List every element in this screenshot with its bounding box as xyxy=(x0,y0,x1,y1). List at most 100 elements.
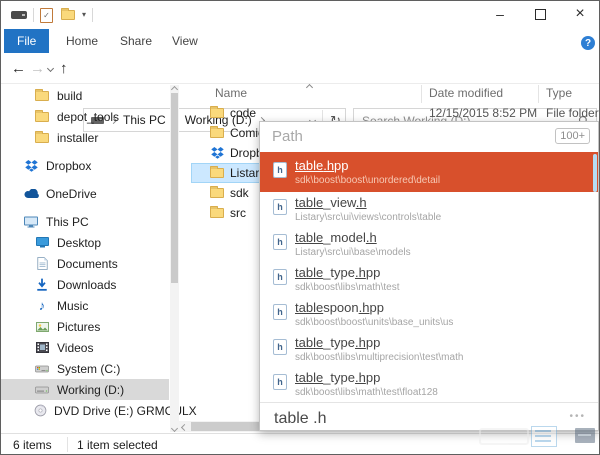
maximize-button[interactable] xyxy=(525,1,555,27)
sidebar-item-music[interactable]: ♪Music xyxy=(1,295,169,316)
file-explorer-window: ✓ ▾ – × FileHomeShareView ? ← → ↑ This P… xyxy=(0,0,600,455)
popup-scroll-thumb[interactable] xyxy=(593,154,597,192)
back-button[interactable]: ← xyxy=(11,53,26,83)
quick-access-toolbar: ✓ ▾ xyxy=(11,1,99,29)
result-title: table_type.hpp xyxy=(295,265,590,281)
search-result-row[interactable]: htable_view.hListary\src\ui\views\contro… xyxy=(260,192,598,227)
column-header-type[interactable]: Type xyxy=(546,86,572,100)
result-title: table_type.hpp xyxy=(295,335,590,351)
column-header-name[interactable]: Name xyxy=(215,86,247,100)
cloud-icon xyxy=(23,189,39,199)
sidebar-item-label: Downloads xyxy=(57,278,116,292)
popup-query-input[interactable] xyxy=(272,406,556,432)
sidebar-item-videos[interactable]: Videos xyxy=(1,337,169,358)
new-folder-icon[interactable] xyxy=(61,10,75,20)
sidebar-item-label: Dropbox xyxy=(46,159,91,173)
more-options-icon[interactable]: ••• xyxy=(569,411,586,422)
search-result-row[interactable]: htable_type.hppsdk\boost\libs\multipreci… xyxy=(260,332,598,367)
listary-search-popup: Path 100+ htable.hppsdk\boost\boost\unor… xyxy=(259,121,599,431)
maximize-icon xyxy=(535,9,546,20)
selection-count-label: 1 item selected xyxy=(77,438,158,452)
column-separator[interactable] xyxy=(421,85,422,103)
tab-file[interactable]: File xyxy=(4,29,49,53)
tab-share[interactable]: Share xyxy=(107,29,165,53)
sidebar-item-label: Working (D:) xyxy=(57,383,124,397)
search-result-row[interactable]: htablespoon.hppsdk\boost\boost\units\bas… xyxy=(260,297,598,332)
search-result-row[interactable]: htable_type.hppsdk\boost\libs\math\test\… xyxy=(260,367,598,402)
sidebar-scroll-thumb[interactable] xyxy=(171,93,178,283)
title-bar: ✓ ▾ – × xyxy=(1,1,599,29)
result-path: sdk\boost\boost\unordered\detail xyxy=(295,174,590,187)
tab-view[interactable]: View xyxy=(159,29,211,53)
sidebar-item-working-d[interactable]: Working (D:) xyxy=(1,379,169,400)
sidebar-item-depot-tools[interactable]: depot_tools xyxy=(1,106,169,127)
file-row-code[interactable]: code12/15/2015 8:52 PMFile folder xyxy=(191,103,600,123)
scroll-down-icon[interactable] xyxy=(171,424,178,432)
sidebar-item-onedrive[interactable]: OneDrive xyxy=(1,183,169,204)
sidebar-item-downloads[interactable]: Downloads xyxy=(1,274,169,295)
search-result-row[interactable]: htable_model.hListary\src\ui\base\models xyxy=(260,227,598,262)
sidebar-item-system-c[interactable]: System (C:) xyxy=(1,358,169,379)
drive-system-icon xyxy=(34,365,50,373)
minimize-button[interactable]: – xyxy=(485,1,515,27)
search-result-row[interactable]: h table_type.hppsdk\boost\libs\math\test xyxy=(260,262,598,297)
help-button[interactable]: ? xyxy=(581,36,595,50)
sidebar-item-installer[interactable]: installer xyxy=(1,127,169,148)
sidebar-item-dvd-drive-e-grmculx[interactable]: DVD Drive (E:) GRMCULX xyxy=(1,400,169,421)
recent-locations-icon[interactable] xyxy=(47,65,54,72)
forward-button[interactable]: → xyxy=(30,53,45,83)
sidebar-scrollbar[interactable] xyxy=(170,85,179,432)
dropbox-icon xyxy=(23,160,39,172)
sidebar-item-label: Desktop xyxy=(57,236,101,250)
close-button[interactable]: × xyxy=(565,1,595,27)
status-divider xyxy=(67,437,68,452)
file-type: File folder xyxy=(546,106,599,120)
scroll-left-icon[interactable] xyxy=(181,423,188,431)
header-file-icon: h xyxy=(273,232,287,250)
results-count-badge: 100+ xyxy=(555,128,590,144)
explorer-app-icon xyxy=(11,11,27,19)
drive-icon xyxy=(34,386,50,394)
sidebar-item-label: This PC xyxy=(46,215,89,229)
column-separator[interactable] xyxy=(538,85,539,103)
folder-icon xyxy=(209,168,225,178)
picture-icon xyxy=(34,322,50,332)
column-header-date-modified[interactable]: Date modified xyxy=(429,86,503,100)
folder-icon xyxy=(209,188,225,198)
popup-header: Path 100+ xyxy=(260,122,598,152)
result-path: sdk\boost\libs\math\test xyxy=(295,281,590,294)
sidebar-item-desktop[interactable]: Desktop xyxy=(1,232,169,253)
result-path: sdk\boost\libs\math\test\float128 xyxy=(295,386,590,399)
results-group-label: Path xyxy=(272,128,303,145)
sidebar-item-this-pc[interactable]: This PC xyxy=(1,211,169,232)
customize-quick-access-icon[interactable]: ▾ xyxy=(82,11,86,19)
video-icon xyxy=(34,342,50,353)
desktop-icon xyxy=(34,237,50,248)
sidebar-item-build[interactable]: build xyxy=(1,85,169,106)
header-file-icon: h xyxy=(273,197,287,215)
result-path: Listary\src\ui\views\controls\table xyxy=(295,211,590,224)
result-path: sdk\boost\boost\units\base_units\us xyxy=(295,316,590,329)
sidebar-item-documents[interactable]: Documents xyxy=(1,253,169,274)
items-count-label: 6 items xyxy=(13,438,52,452)
sidebar-item-dropbox[interactable]: Dropbox xyxy=(1,155,169,176)
toolbar-divider xyxy=(92,8,93,22)
search-result-row[interactable]: htable.hppsdk\boost\boost\unordered\deta… xyxy=(260,152,598,192)
result-path: Listary\src\ui\base\models xyxy=(295,246,590,259)
disc-icon xyxy=(34,404,47,417)
sidebar-item-label: Pictures xyxy=(57,320,100,334)
properties-icon[interactable]: ✓ xyxy=(40,8,53,23)
file-date-modified: 12/15/2015 8:52 PM xyxy=(429,106,537,120)
sort-ascending-icon xyxy=(306,84,313,91)
dropbox-icon xyxy=(209,147,225,159)
sidebar-item-label: System (C:) xyxy=(57,362,120,376)
sidebar-item-pictures[interactable]: Pictures xyxy=(1,316,169,337)
tab-home[interactable]: Home xyxy=(53,29,111,53)
result-title: table_type.hpp xyxy=(295,370,590,386)
scroll-up-icon[interactable] xyxy=(171,85,178,93)
header-file-icon: h xyxy=(273,267,287,285)
file-name: sdk xyxy=(230,186,249,200)
folder-icon xyxy=(209,208,225,218)
header-file-icon: h xyxy=(273,160,287,178)
up-button[interactable]: ↑ xyxy=(60,53,68,83)
